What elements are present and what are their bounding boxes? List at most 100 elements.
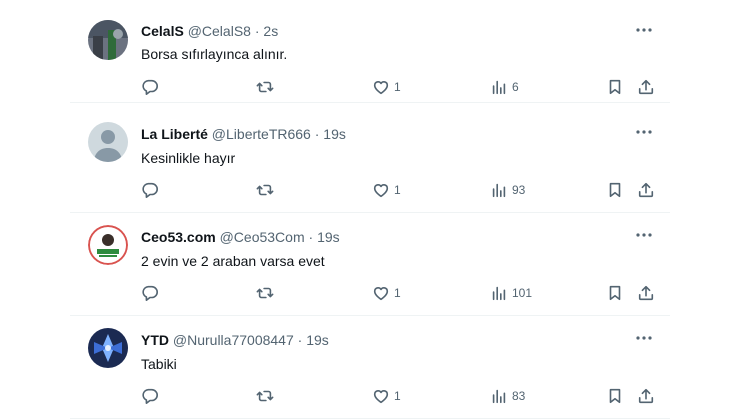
action-bar: 1 83 (141, 386, 661, 406)
bookmark-button[interactable] (606, 77, 624, 97)
timestamp[interactable]: 2s (263, 23, 278, 39)
bookmark-icon (609, 388, 621, 404)
separator-dot: · (297, 332, 303, 348)
bookmark-button[interactable] (606, 180, 624, 200)
bookmark-icon (609, 182, 621, 198)
views-icon (492, 286, 506, 301)
tweet-header: CelalS @CelalS8 · 2s (141, 22, 278, 40)
retweet-button[interactable] (256, 386, 274, 406)
views-button[interactable]: 101 (490, 283, 532, 303)
share-icon (638, 182, 654, 198)
display-name[interactable]: La Liberté (141, 126, 208, 142)
like-button[interactable]: 1 (372, 77, 401, 97)
more-icon[interactable] (634, 122, 654, 142)
like-count: 1 (394, 183, 401, 197)
retweet-button[interactable] (256, 77, 274, 97)
display-name[interactable]: Ceo53.com (141, 229, 216, 245)
like-icon (373, 390, 389, 404)
user-handle[interactable]: @Nurulla77008447 (173, 332, 294, 348)
like-icon (373, 287, 389, 301)
display-name[interactable]: YTD (141, 332, 169, 348)
bookmark-icon (609, 285, 621, 301)
reply-button[interactable] (141, 180, 159, 200)
reply-icon (142, 388, 158, 405)
photo-avatar-icon (88, 20, 128, 60)
views-count: 93 (512, 183, 526, 197)
avatar[interactable] (88, 122, 128, 162)
reply-button[interactable] (141, 283, 159, 303)
share-icon (638, 79, 654, 95)
reply-button[interactable] (141, 386, 159, 406)
tweet-text: Borsa sıfırlayınca alınır. (141, 46, 288, 62)
tweet[interactable]: La Liberté @LiberteTR666 · 19s Kesinlikl… (70, 110, 670, 213)
retweet-icon (256, 287, 274, 299)
bookmark-button[interactable] (606, 386, 624, 406)
like-button[interactable]: 1 (372, 283, 401, 303)
share-button[interactable] (637, 180, 655, 200)
more-icon[interactable] (634, 225, 654, 245)
avatar[interactable] (88, 225, 128, 265)
views-button[interactable]: 6 (490, 77, 519, 97)
tweet-header: La Liberté @LiberteTR666 · 19s (141, 125, 346, 143)
action-bar: 1 93 (141, 180, 661, 200)
share-button[interactable] (637, 283, 655, 303)
share-icon (638, 388, 654, 404)
share-button[interactable] (637, 386, 655, 406)
share-button[interactable] (637, 77, 655, 97)
tweet-text: Kesinlikle hayır (141, 150, 236, 166)
like-icon (373, 184, 389, 198)
bookmark-button[interactable] (606, 283, 624, 303)
tweet[interactable]: YTD @Nurulla77008447 · 19s Tabiki 1 83 (70, 316, 670, 419)
avatar[interactable] (88, 20, 128, 60)
retweet-button[interactable] (256, 283, 274, 303)
views-count: 101 (512, 286, 533, 300)
retweet-icon (256, 184, 274, 196)
reply-icon (142, 285, 158, 302)
more-icon[interactable] (634, 20, 654, 40)
user-handle[interactable]: @LiberteTR666 (212, 126, 311, 142)
more-icon[interactable] (634, 328, 654, 348)
user-handle[interactable]: @CelalS8 (188, 23, 251, 39)
like-count: 1 (394, 389, 401, 403)
views-icon (492, 183, 506, 198)
separator-dot: · (308, 229, 314, 245)
like-button[interactable]: 1 (372, 180, 401, 200)
tweet-text: Tabiki (141, 356, 177, 372)
retweet-icon (256, 81, 274, 93)
default-avatar-icon (88, 122, 128, 162)
tweet[interactable]: CelalS @CelalS8 · 2s Borsa sıfırlayınca … (70, 0, 670, 103)
tweet-header: Ceo53.com @Ceo53Com · 19s (141, 228, 340, 246)
bookmark-icon (609, 79, 621, 95)
retweet-icon (256, 390, 274, 402)
timestamp[interactable]: 19s (317, 229, 340, 245)
views-button[interactable]: 93 (490, 180, 525, 200)
display-name[interactable]: CelalS (141, 23, 184, 39)
reply-icon (142, 182, 158, 199)
views-button[interactable]: 83 (490, 386, 525, 406)
retweet-button[interactable] (256, 180, 274, 200)
like-count: 1 (394, 80, 401, 94)
like-count: 1 (394, 286, 401, 300)
action-bar: 1 101 (141, 283, 661, 303)
tweet[interactable]: Ceo53.com @Ceo53Com · 19s 2 evin ve 2 ar… (70, 213, 670, 316)
tweet-text: 2 evin ve 2 araban varsa evet (141, 253, 325, 269)
views-count: 6 (512, 80, 519, 94)
avatar[interactable] (88, 328, 128, 368)
reply-icon (142, 79, 158, 96)
like-button[interactable]: 1 (372, 386, 401, 406)
like-icon (373, 81, 389, 95)
share-icon (638, 285, 654, 301)
separator-dot: · (314, 126, 320, 142)
separator-dot: · (254, 23, 260, 39)
timestamp[interactable]: 19s (323, 126, 346, 142)
reply-button[interactable] (141, 77, 159, 97)
timestamp[interactable]: 19s (306, 332, 329, 348)
views-icon (492, 80, 506, 95)
logo-avatar-icon (88, 225, 128, 265)
tweet-header: YTD @Nurulla77008447 · 19s (141, 331, 329, 349)
views-count: 83 (512, 389, 526, 403)
blue-art-avatar-icon (88, 328, 128, 368)
action-bar: 1 6 (141, 77, 661, 97)
user-handle[interactable]: @Ceo53Com (220, 229, 305, 245)
views-icon (492, 389, 506, 404)
